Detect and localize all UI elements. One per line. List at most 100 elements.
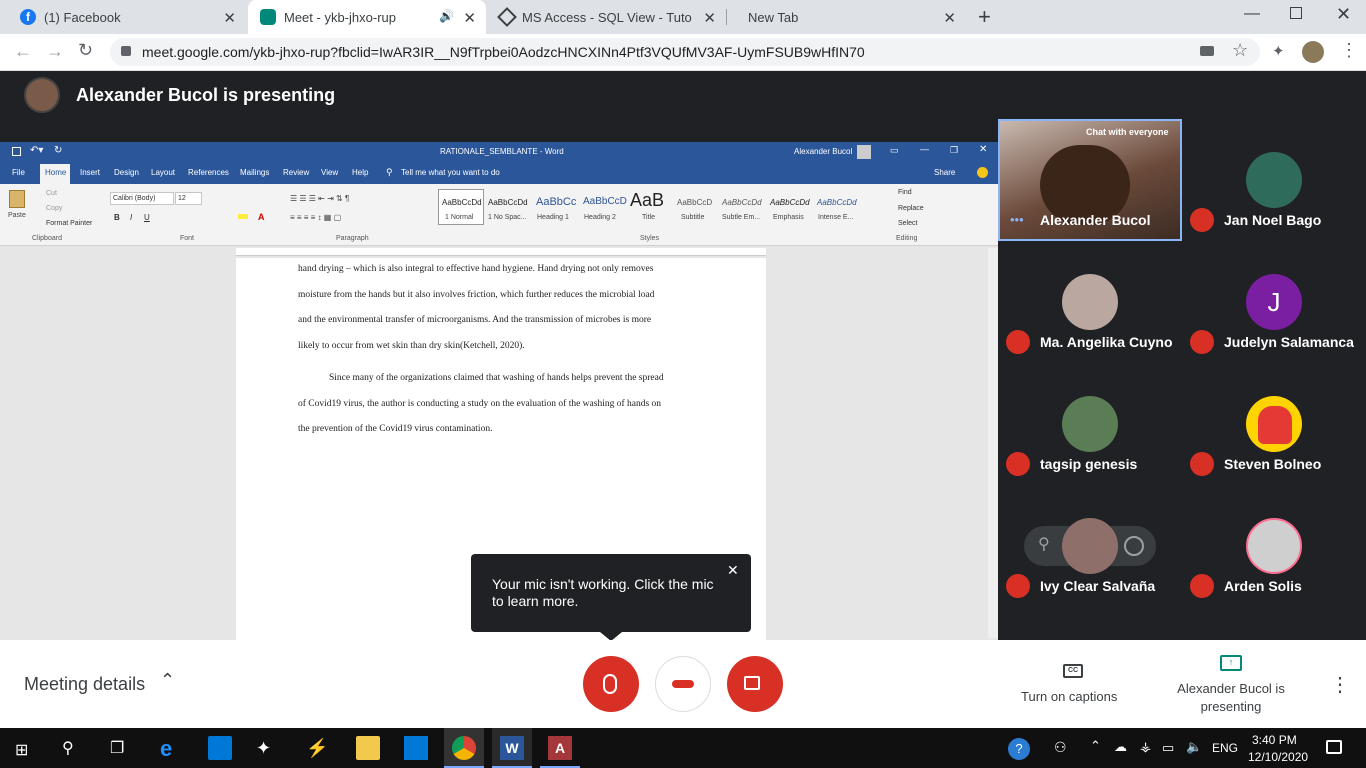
tab-meet[interactable]: Meet - ykb-jhxo-rup 🔊 ✕: [248, 0, 486, 34]
captions-button[interactable]: Turn on captions: [1021, 689, 1117, 704]
bold-icon[interactable]: B: [114, 213, 120, 222]
extensions-icon[interactable]: ✦: [1272, 42, 1285, 60]
chevron-up-icon[interactable]: ⌃: [160, 670, 175, 691]
paste-label[interactable]: Paste: [8, 212, 26, 219]
menu-references[interactable]: References: [188, 168, 229, 177]
store-icon[interactable]: [208, 736, 232, 760]
volume-icon[interactable]: 🔈: [1186, 739, 1202, 755]
paste-icon[interactable]: [9, 190, 25, 208]
copy-button[interactable]: Copy: [46, 205, 62, 212]
tab-close-icon[interactable]: ✕: [463, 9, 476, 27]
style-label[interactable]: Title: [642, 214, 655, 221]
edge-icon[interactable]: e: [160, 736, 184, 761]
style-label[interactable]: 1 Normal: [445, 214, 473, 221]
reload-icon[interactable]: ↻: [78, 40, 93, 61]
style-label[interactable]: Intense E...: [818, 214, 853, 221]
tab-close-icon[interactable]: ✕: [223, 9, 236, 27]
tell-me-box[interactable]: Tell me what you want to do: [401, 168, 500, 177]
url-text[interactable]: meet.google.com/ykb-jhxo-rup?fbclid=IwAR…: [142, 44, 865, 60]
align-icons[interactable]: ≡ ≡ ≡ ≡ ↕ ▦ ▢: [290, 213, 341, 222]
menu-help[interactable]: Help: [352, 168, 368, 177]
tab-close-icon[interactable]: ✕: [703, 9, 716, 27]
style-label[interactable]: Emphasis: [773, 214, 804, 221]
font-color-icon[interactable]: A: [258, 212, 265, 222]
menu-design[interactable]: Design: [114, 168, 139, 177]
menu-mailings[interactable]: Mailings: [240, 168, 269, 177]
smiley-icon[interactable]: [977, 167, 988, 178]
menu-home[interactable]: Home: [45, 168, 66, 177]
tab-new[interactable]: New Tab ✕: [728, 0, 966, 34]
speaker-icon[interactable]: 🔊: [439, 9, 454, 23]
dropbox-icon[interactable]: ✦: [256, 738, 271, 759]
presenting-button[interactable]: Alexander Bucol is presenting: [1172, 680, 1290, 716]
battery-icon[interactable]: ▭: [1162, 740, 1174, 756]
word-scrollbar[interactable]: [988, 248, 998, 638]
underline-icon[interactable]: U: [144, 213, 150, 222]
format-painter-button[interactable]: Format Painter: [46, 220, 92, 227]
language-indicator[interactable]: ENG: [1212, 741, 1238, 755]
more-options-icon[interactable]: ⋮: [1330, 672, 1350, 697]
search-icon[interactable]: ⚲: [62, 738, 74, 758]
italic-icon[interactable]: I: [130, 213, 132, 222]
clock-time[interactable]: 3:40 PM: [1252, 733, 1297, 747]
notifications-icon[interactable]: [1326, 740, 1342, 754]
save-icon[interactable]: [12, 147, 21, 156]
tab-close-icon[interactable]: ✕: [943, 9, 956, 27]
present-icon[interactable]: ↑: [1220, 655, 1242, 671]
app-icon[interactable]: ⚡: [306, 738, 328, 759]
pin-icon[interactable]: ⚲: [1038, 534, 1050, 554]
share-button[interactable]: Share: [934, 168, 955, 177]
ribbon-display-icon[interactable]: ▭: [890, 145, 899, 156]
style-label[interactable]: Subtle Em...: [722, 214, 760, 221]
clock-date[interactable]: 12/10/2020: [1248, 750, 1308, 764]
forward-icon[interactable]: →: [46, 41, 64, 62]
menu-insert[interactable]: Insert: [80, 168, 100, 177]
meeting-details-button[interactable]: Meeting details: [24, 674, 145, 695]
word-minimize-icon[interactable]: —: [920, 144, 929, 154]
style-label[interactable]: 1 No Spac...: [488, 214, 527, 221]
menu-view[interactable]: View: [321, 168, 338, 177]
cloud-icon[interactable]: ☁: [1114, 739, 1127, 755]
toast-close-icon[interactable]: ✕: [727, 562, 739, 579]
find-button[interactable]: Find: [898, 189, 912, 196]
menu-layout[interactable]: Layout: [151, 168, 175, 177]
chrome-menu-icon[interactable]: ⋮: [1340, 40, 1358, 61]
font-name-select[interactable]: Calibri (Body): [110, 192, 174, 205]
people-icon[interactable]: ⚇: [1054, 739, 1067, 756]
minimize-icon[interactable]: —: [1244, 5, 1260, 23]
word-close-icon[interactable]: ✕: [979, 144, 987, 155]
menu-review[interactable]: Review: [283, 168, 309, 177]
style-label[interactable]: Heading 2: [584, 214, 616, 221]
bullets-icon[interactable]: ☰ ☰ ☰ ⇤ ⇥ ⇅ ¶: [290, 194, 349, 203]
new-tab-icon[interactable]: +: [978, 4, 991, 30]
task-view-icon[interactable]: ❐: [110, 738, 124, 758]
cut-button[interactable]: Cut: [46, 190, 57, 197]
profile-avatar[interactable]: [1302, 41, 1324, 63]
style-label[interactable]: Heading 1: [537, 214, 569, 221]
word-restore-icon[interactable]: ❐: [950, 145, 958, 156]
tab-facebook[interactable]: f (1) Facebook ✕: [8, 0, 246, 34]
select-button[interactable]: Select: [898, 220, 917, 227]
maximize-icon[interactable]: [1290, 7, 1302, 19]
style-label[interactable]: Subtitle: [681, 214, 704, 221]
menu-file[interactable]: File: [12, 168, 25, 177]
star-icon[interactable]: ☆: [1232, 40, 1248, 61]
file-explorer-icon[interactable]: [356, 736, 380, 760]
back-icon[interactable]: ←: [14, 41, 32, 62]
camera-icon[interactable]: [1200, 46, 1214, 56]
window-close-icon[interactable]: ✕: [1336, 4, 1351, 25]
windows-start-icon[interactable]: ⊞: [15, 740, 28, 760]
lock-icon[interactable]: [121, 46, 131, 56]
help-icon[interactable]: ?: [1008, 738, 1030, 760]
remove-icon[interactable]: [1124, 536, 1144, 556]
tab-tutorials[interactable]: MS Access - SQL View - Tutorials ✕: [488, 0, 726, 34]
network-icon[interactable]: ⚶: [1140, 739, 1151, 755]
captions-icon[interactable]: CC: [1063, 664, 1083, 678]
tray-chevron-icon[interactable]: ⌃: [1090, 738, 1101, 754]
mail-icon[interactable]: [404, 736, 428, 760]
highlight-icon[interactable]: [238, 214, 248, 219]
undo-icon[interactable]: ↶▾: [30, 145, 43, 156]
replace-button[interactable]: Replace: [898, 205, 924, 212]
font-size-select[interactable]: 12: [175, 192, 202, 205]
redo-icon[interactable]: ↻: [54, 145, 62, 156]
